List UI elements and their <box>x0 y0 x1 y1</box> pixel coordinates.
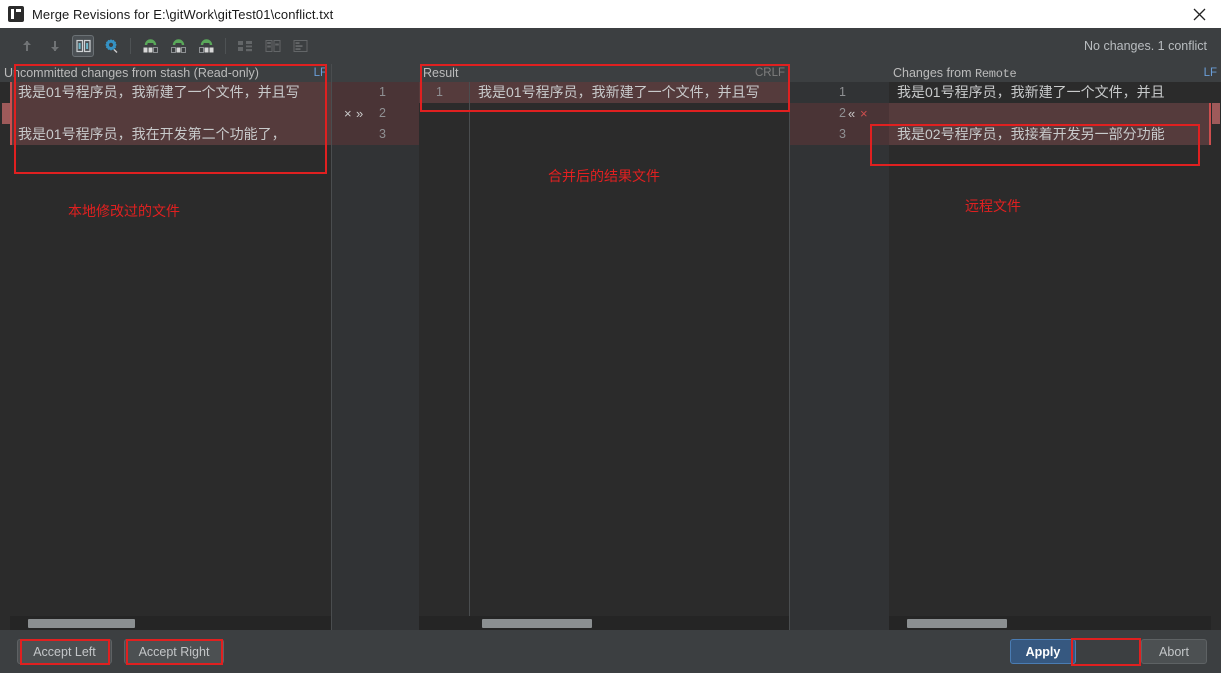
revert-conflict-icon[interactable]: × <box>344 103 352 124</box>
right-pane-header: Changes from Remote LF <box>889 64 1221 82</box>
left-pane-header: Uncommitted changes from stash (Read-onl… <box>0 64 331 82</box>
right-code-area[interactable]: 我是01号程序员，我新建了一个文件，并且 我是02号程序员，我接着开发另一部分功… <box>889 82 1211 630</box>
result-editor[interactable]: 1 我是01号程序员，我新建了一个文件，并且写 <box>419 82 789 630</box>
intellij-idea-icon <box>8 6 24 22</box>
toolbar-separator <box>130 38 131 54</box>
right-gutter-scroll-spacer <box>790 616 889 630</box>
apply-non-conflicting-left-button[interactable] <box>139 35 161 57</box>
result-line-number: 3 <box>362 124 386 145</box>
previous-difference-button[interactable] <box>16 35 38 57</box>
accept-from-right-icon[interactable]: « <box>848 103 855 124</box>
right-pane: Changes from Remote LF 我是01号程序员，我新建了一个文件… <box>889 64 1221 630</box>
result-line-number: 2 <box>362 103 386 124</box>
collapse-unchanged-button[interactable] <box>290 35 312 57</box>
result-code-line-number: 1 <box>419 82 443 103</box>
dialog-button-bar: Accept Left Accept Right Apply Abort <box>0 630 1221 673</box>
right-gutter-body[interactable]: 1 2 3 « × <box>790 82 889 630</box>
settings-button[interactable] <box>100 35 122 57</box>
gear-icon <box>103 38 119 54</box>
abort-button[interactable]: Abort <box>1141 639 1207 664</box>
toggle-side-panel-button[interactable] <box>72 35 94 57</box>
left-conflict-marker[interactable] <box>2 103 10 124</box>
arrow-down-icon <box>48 39 62 53</box>
arrow-up-icon <box>20 39 34 53</box>
right-pane-title: Changes from Remote <box>889 66 1016 81</box>
highlight-words-button[interactable] <box>262 35 284 57</box>
center-left-gutter-body[interactable]: 1 2 3 × » <box>332 82 419 630</box>
left-pane-title: Uncommitted changes from stash (Read-onl… <box>0 66 259 80</box>
right-code-line: 我是01号程序员，我新建了一个文件，并且 <box>897 82 1165 103</box>
result-scrollbar-thumb[interactable] <box>482 619 592 628</box>
merge-revisions-window: Merge Revisions for E:\gitWork\gitTest01… <box>0 0 1221 673</box>
whitespace-icon <box>237 39 253 53</box>
merge-editors-area: Uncommitted changes from stash (Read-onl… <box>0 64 1221 630</box>
center-left-gutter-header <box>332 64 419 82</box>
apply-both-arrow-icon <box>170 39 187 54</box>
accept-right-button[interactable]: Accept Right <box>124 639 224 664</box>
apply-left-arrow-icon <box>142 39 159 54</box>
left-pane: Uncommitted changes from stash (Read-onl… <box>0 64 331 630</box>
right-scrollbar-thumb[interactable] <box>907 619 1007 628</box>
result-pane: Result CRLF 1 我是01号程序员，我新建了一个文件，并且写 <box>419 64 789 630</box>
toolbar-separator <box>225 38 226 54</box>
result-line-number: 1 <box>362 82 386 103</box>
close-icon[interactable] <box>1177 0 1221 28</box>
right-line-number: 3 <box>828 124 846 145</box>
revert-conflict-icon[interactable]: × <box>860 103 868 124</box>
left-code-area[interactable]: 我是01号程序员，我新建了一个文件，并且写 我是01号程序员，我在开发第二个功能… <box>10 82 331 630</box>
right-gutter-header <box>790 64 889 82</box>
side-by-side-icon <box>76 39 91 53</box>
left-code-line: 我是01号程序员，我在开发第二个功能了， <box>18 124 286 145</box>
right-horizontal-scrollbar[interactable] <box>889 616 1211 630</box>
right-line-number: 2 <box>828 103 846 124</box>
accept-left-button[interactable]: Accept Left <box>17 639 112 664</box>
right-line-number: 1 <box>828 82 846 103</box>
center-gutter-scroll-spacer <box>332 616 419 630</box>
left-horizontal-scrollbar[interactable] <box>10 616 331 630</box>
left-line-separator-label[interactable]: LF <box>314 67 327 79</box>
right-line-separator-label[interactable]: LF <box>1204 67 1217 79</box>
apply-right-arrow-icon <box>198 39 215 54</box>
accept-from-left-icon[interactable]: » <box>356 103 363 124</box>
center-left-gutter: 1 2 3 × » <box>332 64 419 630</box>
window-title: Merge Revisions for E:\gitWork\gitTest01… <box>32 7 333 22</box>
result-pane-title: Result <box>419 66 458 80</box>
merge-toolbar: No changes. 1 conflict <box>0 28 1221 64</box>
collapse-unchanged-icon <box>293 39 309 53</box>
right-pane-title-prefix: Changes from <box>893 66 975 80</box>
left-scrollbar-thumb[interactable] <box>28 619 135 628</box>
title-bar: Merge Revisions for E:\gitWork\gitTest01… <box>0 0 1221 28</box>
right-pane-title-ref: Remote <box>975 67 1016 81</box>
highlight-words-icon <box>265 39 281 53</box>
left-code-line: 我是01号程序员，我新建了一个文件，并且写 <box>18 82 300 103</box>
result-pane-header: Result CRLF <box>419 64 789 82</box>
right-conflict-marker[interactable] <box>1212 103 1220 124</box>
next-difference-button[interactable] <box>44 35 66 57</box>
left-editor[interactable]: 我是01号程序员，我新建了一个文件，并且写 我是01号程序员，我在开发第二个功能… <box>0 82 331 630</box>
result-line-separator-label[interactable]: CRLF <box>755 67 785 79</box>
right-gutter: 1 2 3 « × <box>790 64 889 630</box>
right-editor[interactable]: 我是01号程序员，我新建了一个文件，并且 我是02号程序员，我接着开发另一部分功… <box>889 82 1221 630</box>
result-code-line: 我是01号程序员，我新建了一个文件，并且写 <box>478 82 760 103</box>
apply-button[interactable]: Apply <box>1010 639 1076 664</box>
apply-non-conflicting-all-button[interactable] <box>167 35 189 57</box>
result-horizontal-scrollbar[interactable] <box>419 616 789 630</box>
right-code-line: 我是02号程序员，我接着开发另一部分功能 <box>897 124 1165 145</box>
result-code-area[interactable]: 我是01号程序员，我新建了一个文件，并且写 <box>470 82 789 630</box>
apply-non-conflicting-right-button[interactable] <box>195 35 217 57</box>
right-marker-strip[interactable] <box>1211 82 1221 630</box>
merge-status-text: No changes. 1 conflict <box>1084 28 1207 64</box>
ignore-whitespace-button[interactable] <box>234 35 256 57</box>
left-marker-strip[interactable] <box>0 82 10 630</box>
